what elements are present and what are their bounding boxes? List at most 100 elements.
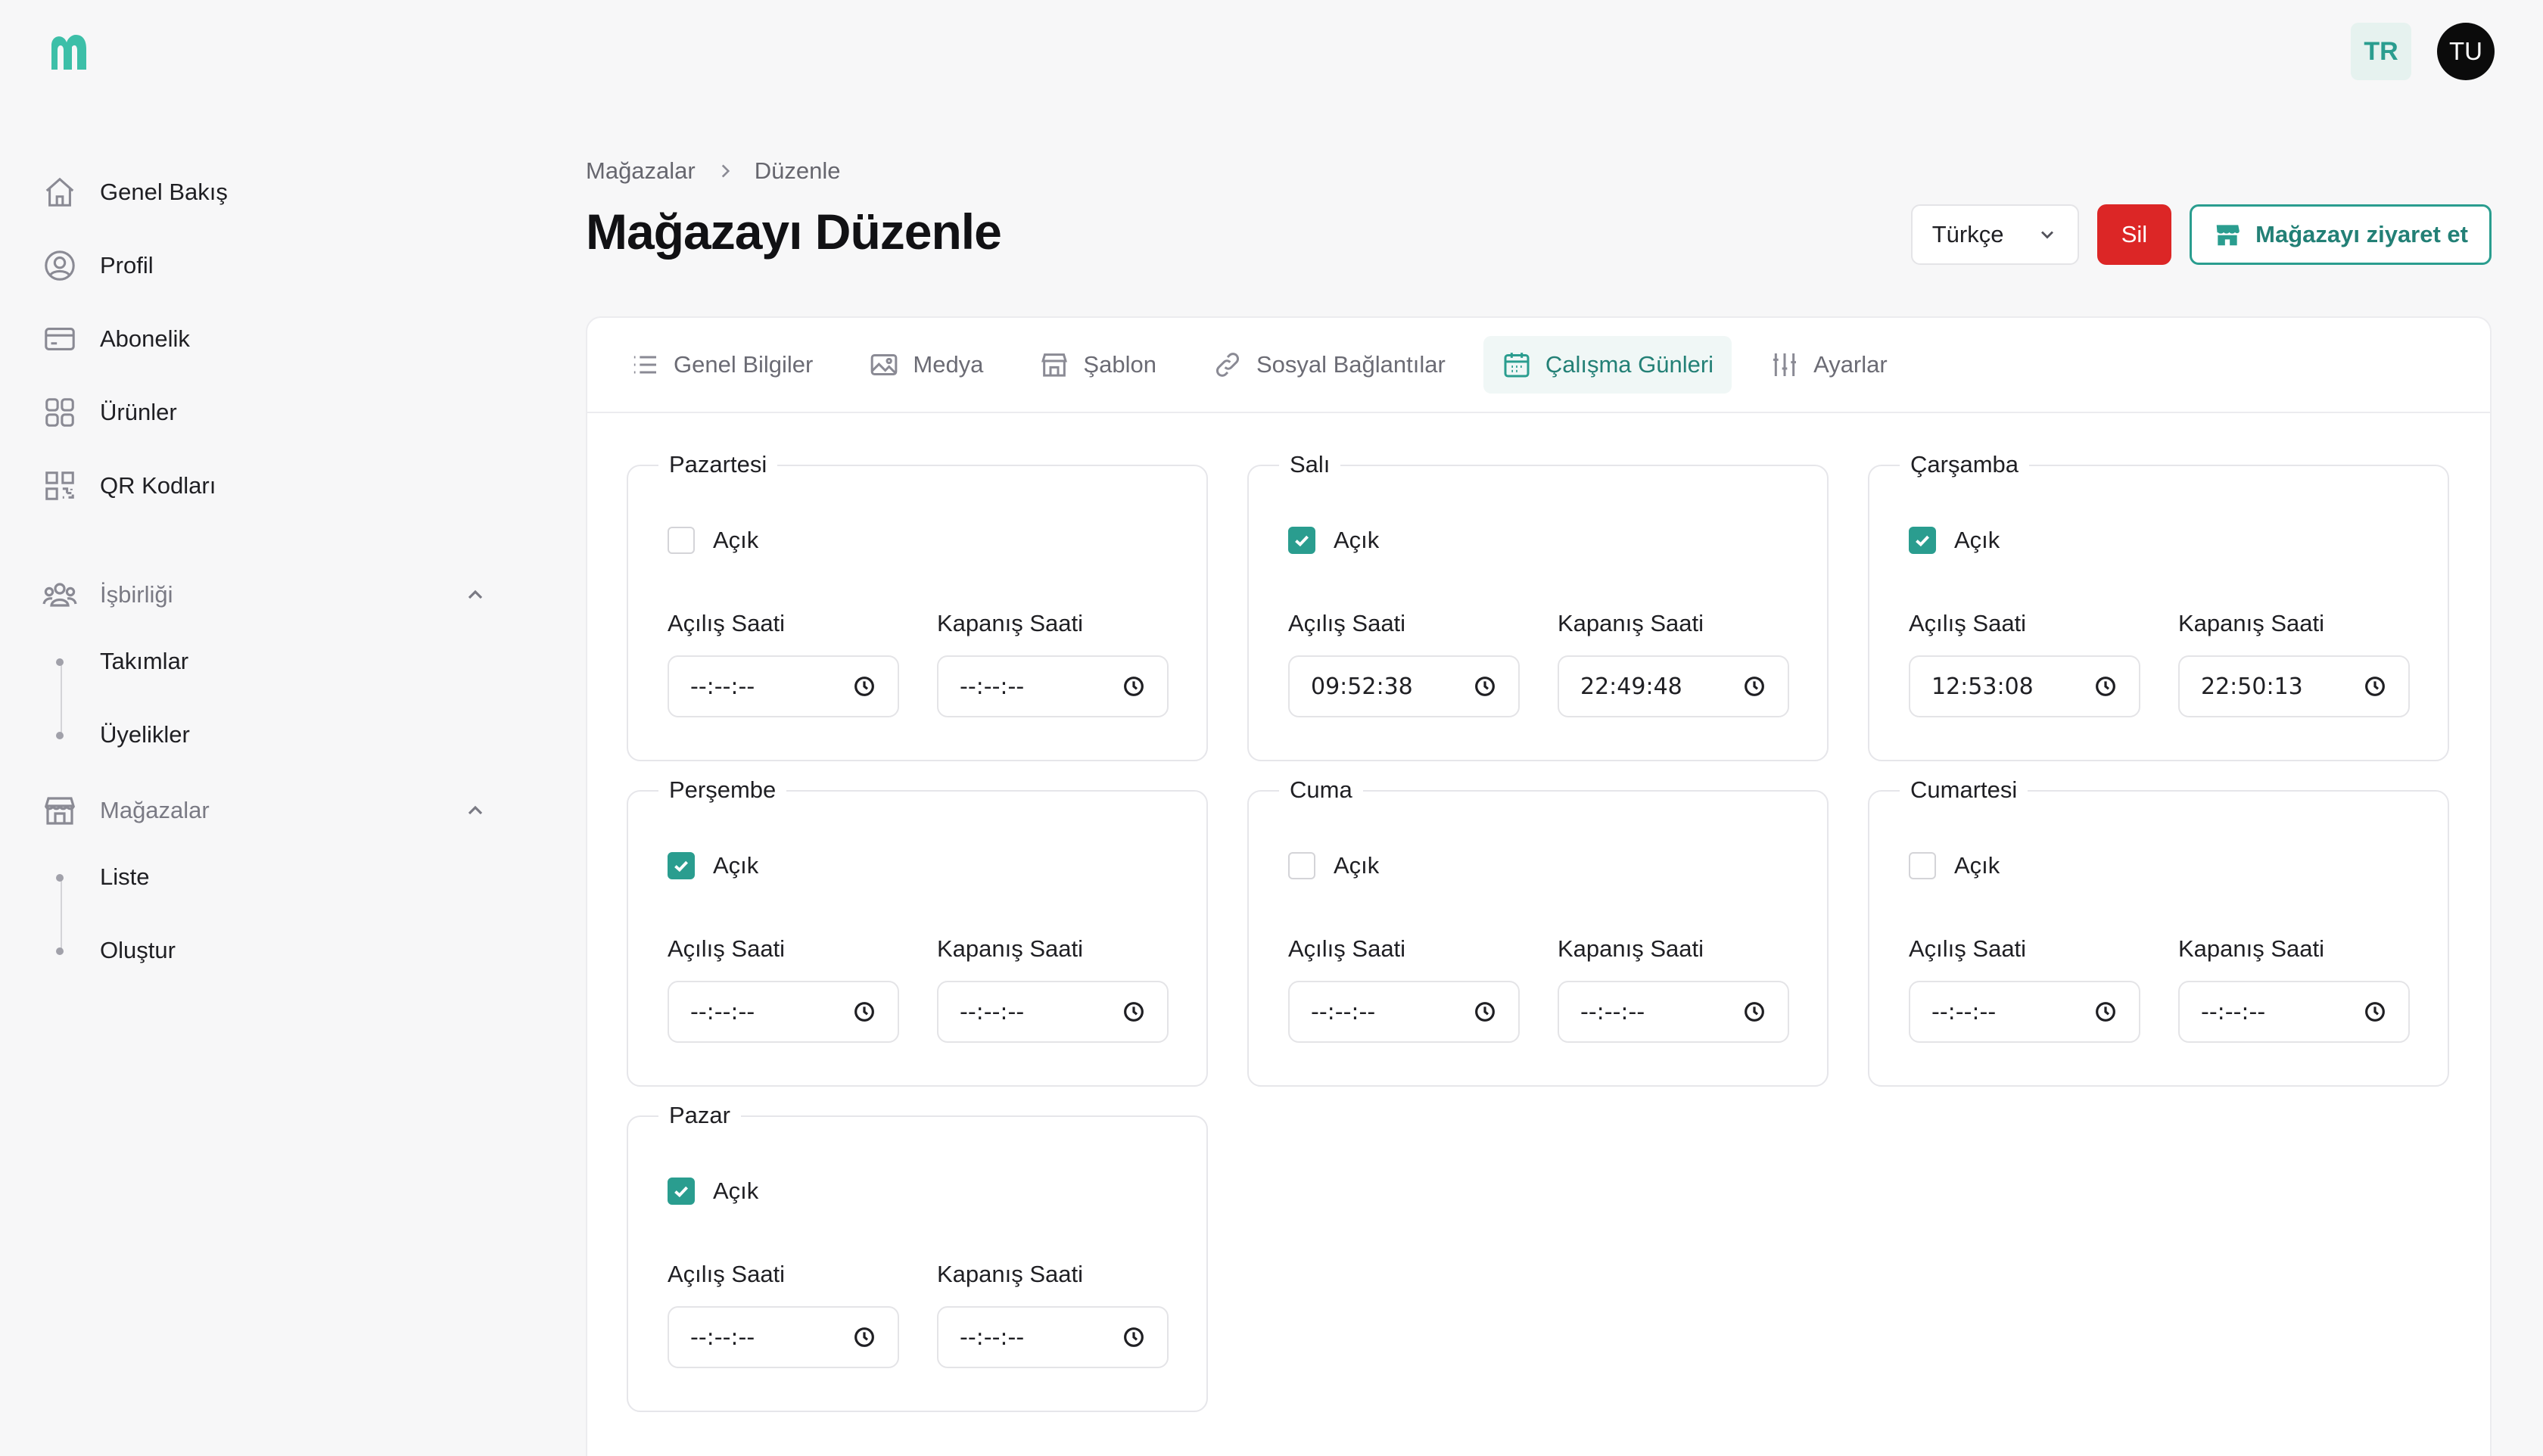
credit-card-icon bbox=[41, 320, 79, 358]
tab-working-days[interactable]: Çalışma Günleri bbox=[1483, 336, 1732, 394]
closing-time-input[interactable]: --:--:-- bbox=[2178, 981, 2410, 1043]
closing-time-value: 22:49:48 bbox=[1580, 673, 1682, 700]
day-card: Pazar Açık Açılış Saati --:--:-- Kapanış… bbox=[627, 1100, 1208, 1412]
clock-icon[interactable] bbox=[852, 674, 876, 698]
open-toggle[interactable]: Açık bbox=[668, 527, 758, 554]
clock-icon[interactable] bbox=[1473, 1000, 1497, 1024]
open-checkbox[interactable] bbox=[668, 527, 695, 554]
avatar[interactable]: TU bbox=[2437, 23, 2495, 80]
open-toggle[interactable]: Açık bbox=[1909, 527, 2000, 554]
day-name: Salı bbox=[1279, 450, 1341, 480]
sidebar-item-overview[interactable]: Genel Bakış bbox=[41, 168, 495, 216]
day-card: Perşembe Açık Açılış Saati --:--:-- Kapa… bbox=[627, 775, 1208, 1087]
open-toggle[interactable]: Açık bbox=[1288, 852, 1379, 879]
sidebar-item-qr-codes[interactable]: QR Kodları bbox=[41, 462, 495, 510]
day-name: Pazar bbox=[658, 1100, 741, 1131]
open-label: Açık bbox=[1334, 527, 1380, 553]
breadcrumb-root[interactable]: Mağazalar bbox=[586, 157, 696, 185]
clock-icon[interactable] bbox=[2093, 674, 2118, 698]
sidebar-item-list[interactable]: Liste bbox=[56, 853, 495, 901]
tab-general-info[interactable]: Genel Bilgiler bbox=[612, 336, 831, 394]
opening-time-input[interactable]: --:--:-- bbox=[1288, 981, 1520, 1043]
tab-media[interactable]: Medya bbox=[851, 336, 1001, 394]
tab-label: Şablon bbox=[1083, 351, 1156, 378]
open-checkbox[interactable] bbox=[668, 1178, 695, 1205]
sidebar-item-create[interactable]: Oluştur bbox=[56, 926, 495, 975]
closing-time-input[interactable]: 22:49:48 bbox=[1558, 655, 1789, 717]
clock-icon[interactable] bbox=[2093, 1000, 2118, 1024]
opening-time-group: Açılış Saati --:--:-- bbox=[1909, 935, 2140, 1043]
clock-icon[interactable] bbox=[2363, 1000, 2387, 1024]
sidebar-group-collaboration[interactable]: İşbirliği bbox=[41, 571, 495, 619]
closing-time-group: Kapanış Saati --:--:-- bbox=[937, 610, 1169, 717]
sidebar-item-products[interactable]: Ürünler bbox=[41, 388, 495, 437]
opening-time-input[interactable]: --:--:-- bbox=[668, 1306, 899, 1368]
sidebar-item-subscription[interactable]: Abonelik bbox=[41, 315, 495, 363]
clock-icon[interactable] bbox=[1122, 1000, 1146, 1024]
delete-button[interactable]: Sil bbox=[2096, 204, 2172, 265]
closing-time-input[interactable]: --:--:-- bbox=[937, 1306, 1169, 1368]
open-checkbox[interactable] bbox=[1909, 527, 1936, 554]
clock-icon[interactable] bbox=[1122, 674, 1146, 698]
open-label: Açık bbox=[1954, 527, 2000, 553]
sidebar-item-memberships[interactable]: Üyelikler bbox=[56, 711, 495, 759]
store-icon bbox=[41, 792, 79, 829]
brand-logo-icon[interactable] bbox=[47, 30, 97, 73]
chevron-right-icon bbox=[721, 164, 730, 178]
day-name: Cumartesi bbox=[1900, 775, 2028, 805]
sidebar-item-teams[interactable]: Takımlar bbox=[56, 637, 495, 686]
opening-time-group: Açılış Saati --:--:-- bbox=[668, 1261, 899, 1368]
closing-time-input[interactable]: 22:50:13 bbox=[2178, 655, 2410, 717]
closing-time-input[interactable]: --:--:-- bbox=[1558, 981, 1789, 1043]
opening-time-value: --:--:-- bbox=[690, 673, 755, 700]
closing-time-input[interactable]: --:--:-- bbox=[937, 655, 1169, 717]
open-toggle[interactable]: Açık bbox=[1288, 527, 1379, 554]
opening-time-value: 09:52:38 bbox=[1311, 673, 1413, 700]
closing-time-group: Kapanış Saati --:--:-- bbox=[2178, 935, 2410, 1043]
chevron-up-icon[interactable] bbox=[463, 798, 487, 823]
open-toggle[interactable]: Açık bbox=[668, 1178, 758, 1205]
language-badge[interactable]: TR bbox=[2351, 23, 2411, 80]
chevron-up-icon[interactable] bbox=[463, 583, 487, 607]
tab-label: Çalışma Günleri bbox=[1545, 351, 1714, 378]
open-checkbox[interactable] bbox=[668, 852, 695, 879]
clock-icon[interactable] bbox=[852, 1000, 876, 1024]
open-label: Açık bbox=[713, 1178, 759, 1204]
tab-template[interactable]: Şablon bbox=[1021, 336, 1175, 394]
closing-time-label: Kapanış Saati bbox=[937, 610, 1084, 636]
clock-icon[interactable] bbox=[2363, 674, 2387, 698]
clock-icon[interactable] bbox=[852, 1325, 876, 1349]
opening-time-input[interactable]: 09:52:38 bbox=[1288, 655, 1520, 717]
working-days-grid: Pazartesi Açık Açılış Saati --:--:-- Kap… bbox=[627, 450, 2449, 1412]
open-toggle[interactable]: Açık bbox=[668, 852, 758, 879]
sliders-icon bbox=[1773, 353, 1797, 376]
edit-store-card: Genel Bilgiler Medya Şablon Sosyal Bağla… bbox=[586, 316, 2492, 1456]
day-card: Cumartesi Açık Açılış Saati --:--:-- Kap… bbox=[1868, 775, 2449, 1087]
sidebar-group-stores[interactable]: Mağazalar bbox=[41, 786, 495, 835]
users-icon bbox=[41, 576, 79, 614]
opening-time-input[interactable]: --:--:-- bbox=[1909, 981, 2140, 1043]
open-checkbox[interactable] bbox=[1909, 852, 1936, 879]
language-select-value: Türkçe bbox=[1931, 221, 2004, 247]
check-icon bbox=[1295, 535, 1309, 547]
sidebar-item-profile[interactable]: Profil bbox=[41, 241, 495, 290]
opening-time-input[interactable]: 12:53:08 bbox=[1909, 655, 2140, 717]
tab-social-links[interactable]: Sosyal Bağlantılar bbox=[1194, 336, 1464, 394]
closing-time-input[interactable]: --:--:-- bbox=[937, 981, 1169, 1043]
open-checkbox[interactable] bbox=[1288, 852, 1315, 879]
visit-store-button[interactable]: Mağazayı ziyaret et bbox=[2190, 204, 2492, 265]
clock-icon[interactable] bbox=[1742, 1000, 1766, 1024]
sidebar-group-label: İşbirliği bbox=[100, 581, 173, 608]
sidebar-item-label: QR Kodları bbox=[100, 472, 216, 499]
open-checkbox[interactable] bbox=[1288, 527, 1315, 554]
language-select[interactable]: Türkçe bbox=[1910, 204, 2079, 265]
sidebar-group-label: Mağazalar bbox=[100, 797, 210, 823]
tab-settings[interactable]: Ayarlar bbox=[1751, 336, 1906, 394]
opening-time-input[interactable]: --:--:-- bbox=[668, 981, 899, 1043]
clock-icon[interactable] bbox=[1742, 674, 1766, 698]
clock-icon[interactable] bbox=[1473, 674, 1497, 698]
opening-time-input[interactable]: --:--:-- bbox=[668, 655, 899, 717]
page-title: Mağazayı Düzenle bbox=[586, 204, 1002, 260]
clock-icon[interactable] bbox=[1122, 1325, 1146, 1349]
open-toggle[interactable]: Açık bbox=[1909, 852, 2000, 879]
